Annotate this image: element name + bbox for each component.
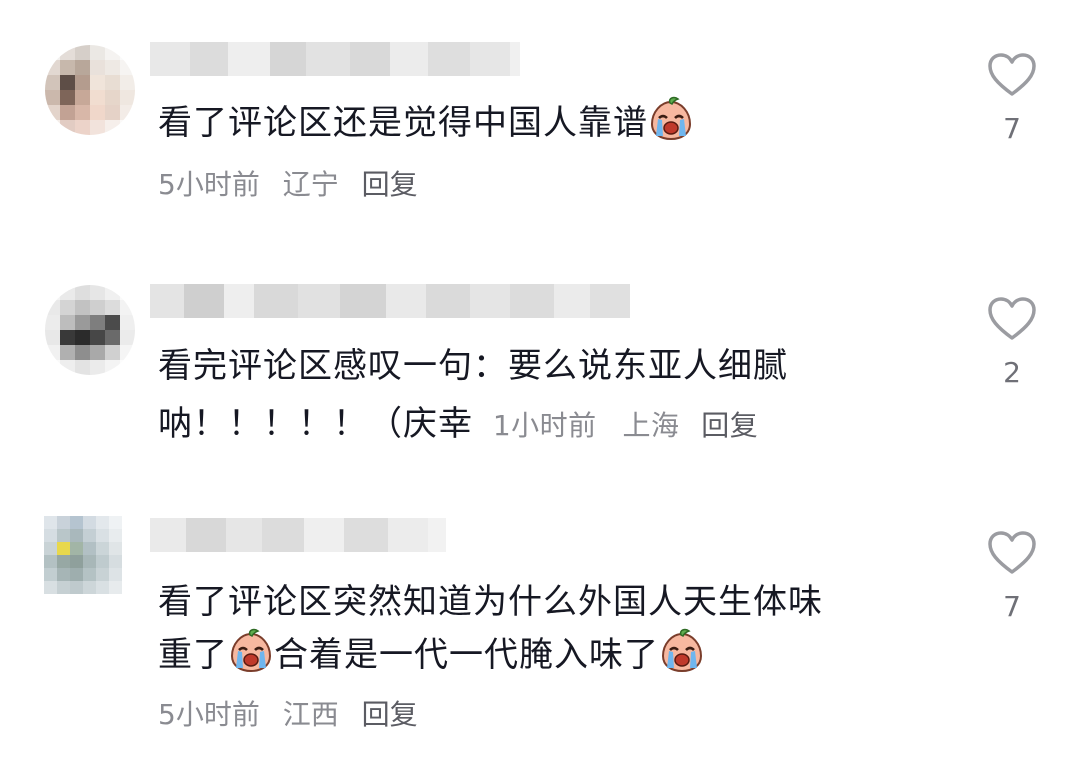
crying-face-emoji-icon — [230, 628, 272, 673]
reply-button[interactable]: 回复 — [362, 168, 418, 201]
comment-location: 江西 — [282, 698, 339, 731]
comment-time: 5小时前 — [158, 168, 260, 201]
crying-face-emoji-icon — [661, 628, 703, 673]
comment-time: 5小时前 — [158, 698, 260, 731]
like-count: 7 — [1003, 590, 1021, 623]
like-count: 2 — [1003, 356, 1021, 389]
avatar[interactable] — [44, 516, 122, 594]
comment-location: 上海 — [622, 409, 680, 442]
comment-meta: 5小时前 江西 回复 — [158, 693, 432, 733]
username-blurred[interactable] — [150, 42, 520, 76]
comment-time: 1小时前 — [492, 409, 597, 442]
username-blurred[interactable] — [150, 284, 630, 318]
avatar[interactable] — [45, 45, 135, 135]
like-count: 7 — [1003, 112, 1021, 145]
like-button[interactable]: 7 — [985, 52, 1039, 145]
heart-outline-icon — [988, 531, 1036, 574]
crying-face-emoji-icon — [650, 96, 692, 141]
reply-button[interactable]: 回复 — [701, 409, 758, 442]
comment-text-line: 重了 — [158, 635, 228, 675]
username-blurred[interactable] — [150, 518, 446, 552]
comment-text-line: 看了评论区突然知道为什么外国人天生体味 — [158, 582, 823, 622]
like-button[interactable]: 7 — [985, 530, 1039, 623]
like-button[interactable]: 2 — [985, 296, 1039, 389]
comment-text: 看完评论区感叹一句：要么说东亚人细腻 呐！！！！！（庆幸 1小时前 上海 回复 — [158, 340, 918, 452]
comment-text: 看了评论区还是觉得中国人靠谱 — [158, 96, 918, 149]
comment-text: 看了评论区突然知道为什么外国人天生体味 重了 合着是一代一代腌入味了 — [158, 576, 918, 681]
comment-location: 辽宁 — [282, 168, 339, 201]
comment-text-content: 看了评论区还是觉得中国人靠谱 — [158, 103, 648, 143]
heart-outline-icon — [988, 297, 1036, 340]
comment-text-line: 呐！！！！！（庆幸 — [158, 404, 473, 444]
avatar[interactable] — [45, 285, 135, 375]
heart-outline-icon — [988, 53, 1036, 96]
reply-button[interactable]: 回复 — [362, 698, 418, 731]
comment-text-line: 看完评论区感叹一句：要么说东亚人细腻 — [158, 346, 788, 386]
comment-text-line: 合着是一代一代腌入味了 — [274, 635, 659, 675]
comment-meta: 5小时前 辽宁 回复 — [158, 163, 432, 203]
